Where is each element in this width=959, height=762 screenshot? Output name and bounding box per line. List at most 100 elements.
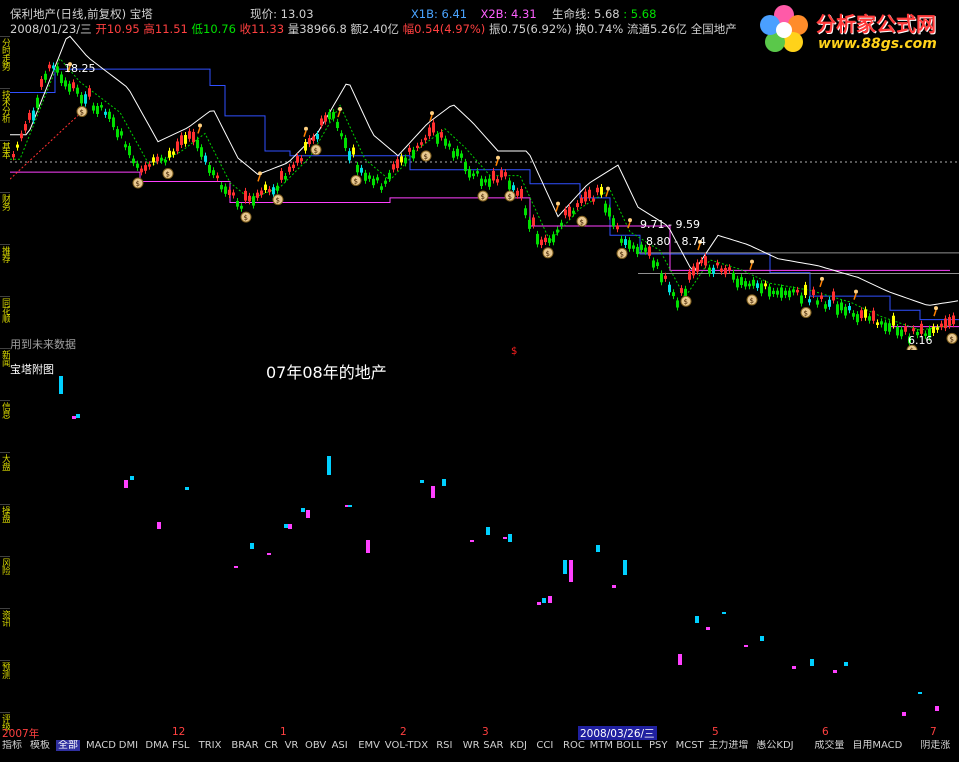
indicator-bar xyxy=(744,645,748,647)
candle-body xyxy=(84,94,87,104)
candle-body xyxy=(220,185,223,190)
candle-body xyxy=(808,299,811,303)
candle-body xyxy=(708,267,711,274)
money-bag-symbol: $ xyxy=(580,218,584,226)
candle-body xyxy=(620,238,623,243)
candle-body xyxy=(204,155,207,162)
runner-body xyxy=(853,293,857,300)
date-axis-tick: 2 xyxy=(400,726,407,738)
candle-body xyxy=(52,65,55,69)
indicator-tab[interactable]: MCST xyxy=(674,740,706,751)
indicator-tab[interactable]: VOL-TDX xyxy=(383,740,430,751)
candle-body xyxy=(940,323,943,328)
indicator-tab[interactable]: 主力进增 xyxy=(706,740,750,751)
indicator-bar xyxy=(596,545,600,552)
candle-body xyxy=(728,267,731,271)
runner-icon xyxy=(258,171,262,176)
indicator-tab[interactable]: SAR xyxy=(481,740,505,751)
candle-body xyxy=(888,323,891,332)
sidebar-tab[interactable]: 预测 xyxy=(0,662,10,710)
indicator-tab[interactable]: BOLL xyxy=(614,740,644,751)
indicator-tab[interactable]: ROC xyxy=(561,740,587,751)
indicator-tab[interactable]: FSL xyxy=(170,740,192,751)
indicator-tab[interactable]: ASI xyxy=(330,740,350,751)
candle-body xyxy=(320,118,323,126)
indicator-tab[interactable]: KDJ xyxy=(508,740,529,751)
candle-body xyxy=(372,178,375,186)
runner-icon xyxy=(934,306,938,311)
candle-body xyxy=(796,289,799,293)
white-envelope-line xyxy=(10,35,959,306)
sidebar-tab[interactable]: 大盘 xyxy=(0,454,10,502)
runner-icon xyxy=(198,123,202,128)
candle-body xyxy=(812,289,815,296)
indicator-tab[interactable]: 愚公KDJ xyxy=(754,740,795,751)
candle-body xyxy=(104,111,107,115)
candle-body xyxy=(604,203,607,213)
sub-indicator-chart[interactable] xyxy=(10,354,959,724)
candle-body xyxy=(492,170,495,181)
indicator-bar xyxy=(810,659,814,666)
indicator-tab[interactable]: BRAR xyxy=(229,740,260,751)
candle-body xyxy=(184,135,187,144)
sidebar-tab[interactable]: 操盘 xyxy=(0,506,10,554)
indicator-tab[interactable]: MTM xyxy=(588,740,615,751)
runner-icon xyxy=(854,289,858,294)
candle-body xyxy=(576,203,579,208)
sidebar-tab[interactable]: 风险 xyxy=(0,558,10,606)
indicator-tab[interactable]: DMA xyxy=(143,740,170,751)
candle-body xyxy=(284,176,287,180)
sidebar-tab[interactable]: 同花顺 xyxy=(0,298,10,346)
candle-body xyxy=(664,275,667,279)
indicator-tab[interactable]: 模板 xyxy=(28,740,52,751)
candle-body xyxy=(36,97,39,108)
candle-body xyxy=(716,262,719,266)
indicator-tab[interactable]: CCI xyxy=(534,740,555,751)
indicator-tab[interactable]: 自用MACD xyxy=(850,740,904,751)
indicator-tab[interactable]: MACD xyxy=(84,740,118,751)
indicator-tab[interactable]: PSY xyxy=(647,740,670,751)
candle-body xyxy=(544,237,547,243)
indicator-tab[interactable]: WR xyxy=(461,740,482,751)
indicator-tab[interactable]: 成交量 xyxy=(812,740,846,751)
indicator-tab[interactable]: 全部 xyxy=(56,740,80,751)
indicator-tab[interactable]: OBV xyxy=(303,740,328,751)
indicator-tab[interactable]: DMI xyxy=(117,740,140,751)
candle-body xyxy=(324,115,327,122)
sidebar-tab[interactable]: 信息 xyxy=(0,402,10,450)
sidebar-tab[interactable]: 财务 xyxy=(0,194,10,242)
candle-body xyxy=(552,234,555,243)
candle-body xyxy=(616,225,619,230)
candle-body xyxy=(608,207,611,217)
sidebar-tab[interactable]: 分时走势 xyxy=(0,38,10,86)
sidebar-tab[interactable]: 基本 xyxy=(0,142,10,190)
candle-body xyxy=(784,290,787,296)
indicator-tab[interactable]: 阴走涨 xyxy=(918,740,952,751)
runner-icon xyxy=(338,107,342,112)
sidebar-tab[interactable]: 技术分析 xyxy=(0,90,10,138)
main-price-chart[interactable]: $ $ $ $ $ $ $ $ $ $ $ $ $ $ $ $ $ $ xyxy=(10,34,959,350)
candle-body xyxy=(948,317,951,326)
indicator-tab[interactable]: CR xyxy=(262,740,280,751)
indicator-bar xyxy=(612,585,616,588)
candle-body xyxy=(292,164,295,169)
candle-body xyxy=(228,189,231,195)
indicator-bar xyxy=(503,537,507,539)
runner-body xyxy=(303,130,307,137)
sidebar-tab[interactable]: 新闻 xyxy=(0,350,10,398)
indicator-name[interactable]: 宝塔 xyxy=(130,7,153,21)
candle-body xyxy=(856,314,859,323)
indicator-tab[interactable]: EMV xyxy=(356,740,382,751)
candle-body xyxy=(864,309,867,318)
indicator-tab[interactable]: 指标 xyxy=(0,740,24,751)
date-axis-tick: 5 xyxy=(712,726,719,738)
candle-body xyxy=(384,180,387,184)
candle-body xyxy=(884,322,887,332)
candle-body xyxy=(772,290,775,295)
indicator-tab[interactable]: TRIX xyxy=(197,740,224,751)
candle-body xyxy=(68,83,71,92)
indicator-tab[interactable]: RSI xyxy=(434,740,454,751)
sidebar-tab[interactable]: 资讯 xyxy=(0,610,10,658)
sidebar-tab[interactable]: 推荐 xyxy=(0,246,10,294)
indicator-tab[interactable]: VR xyxy=(283,740,301,751)
